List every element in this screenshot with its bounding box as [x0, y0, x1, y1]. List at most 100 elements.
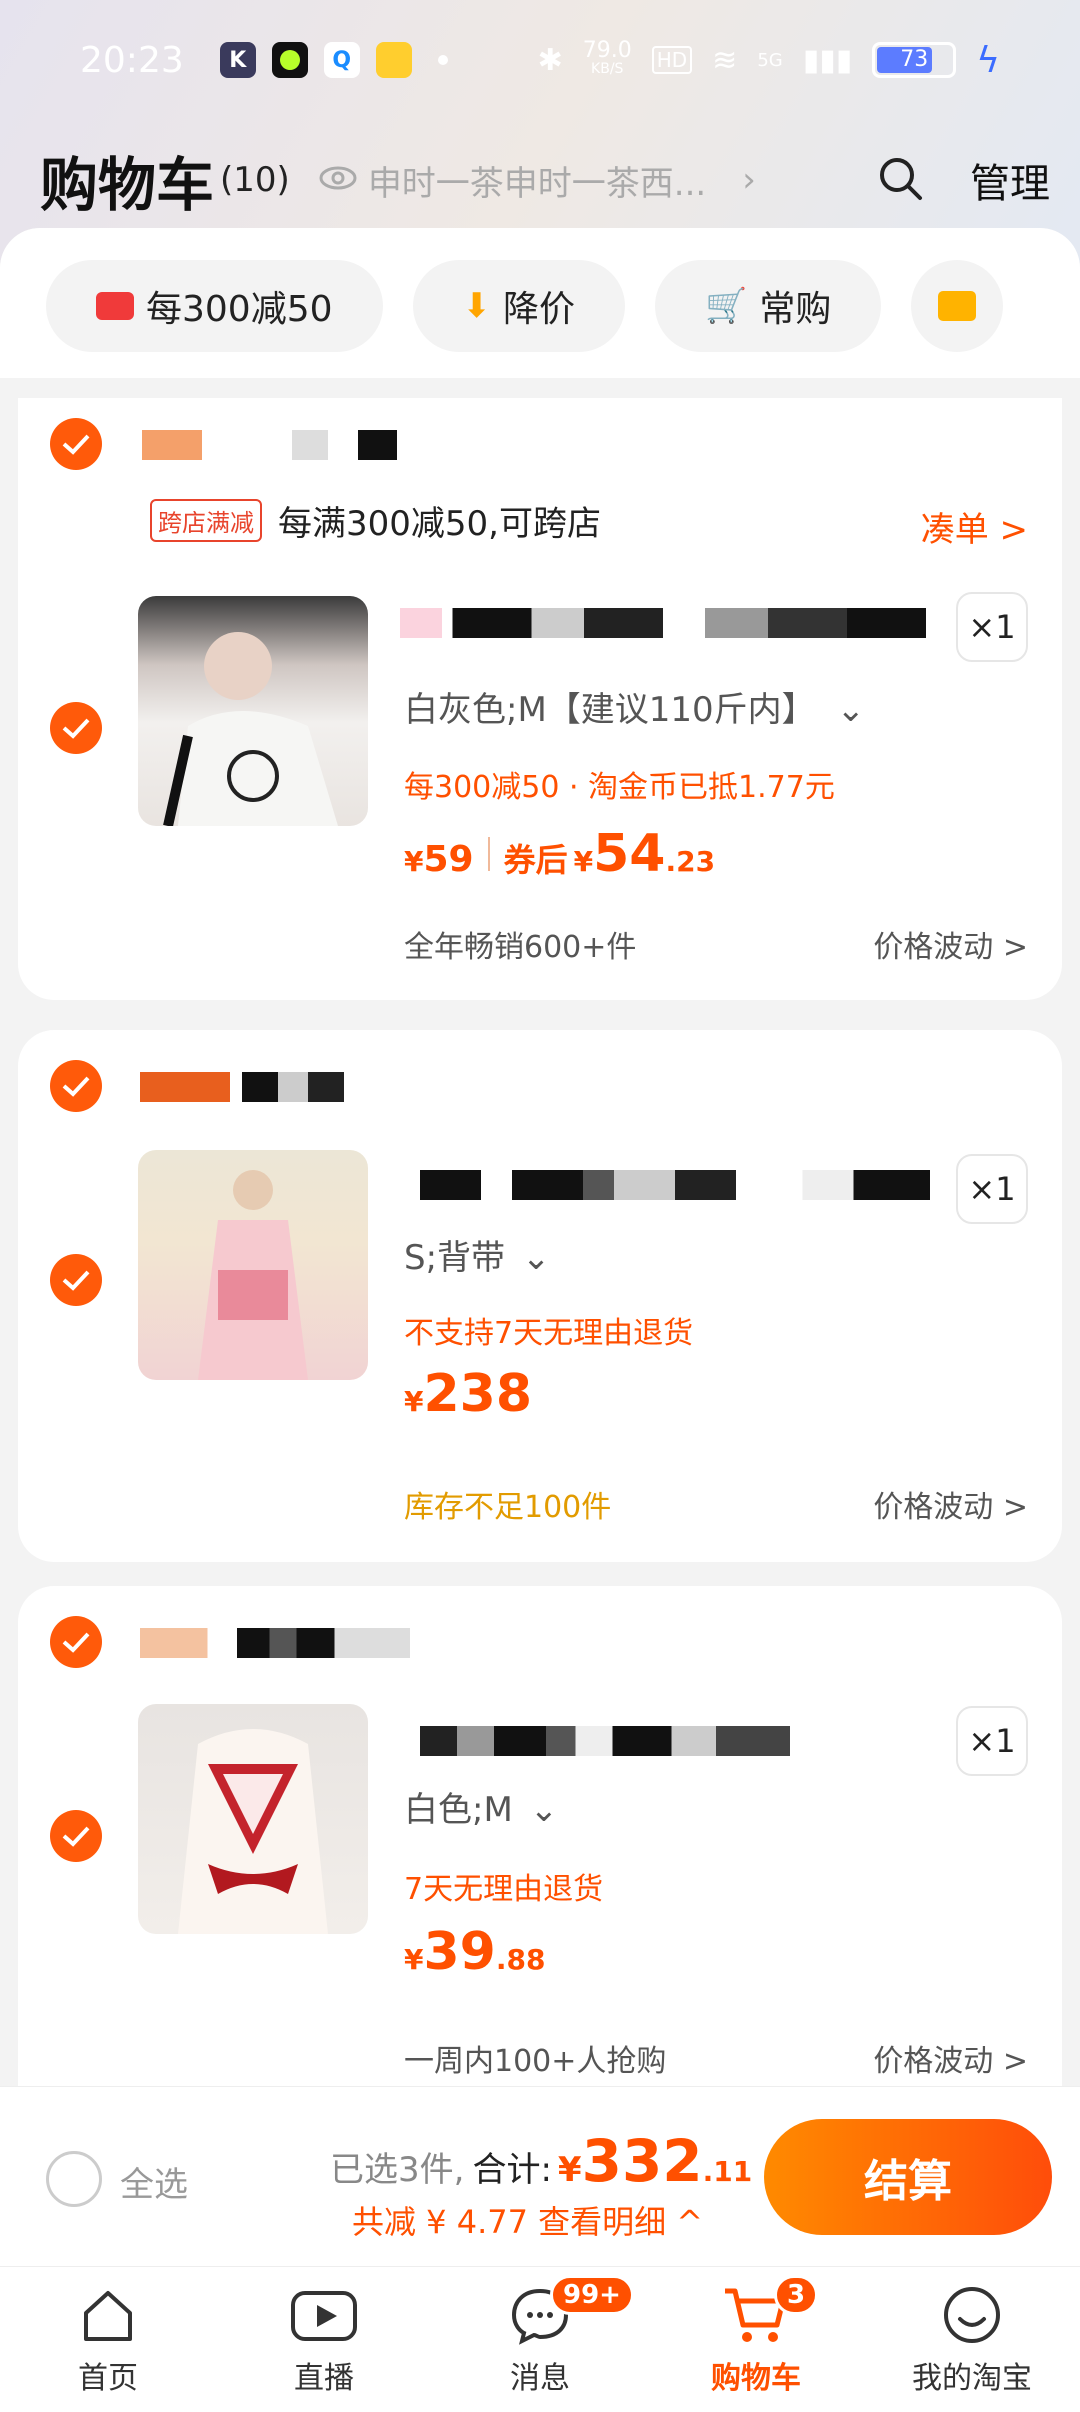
sku-selector[interactable]: 白灰色;M【建议110斤内】 ⌄	[404, 682, 865, 731]
store-checkbox[interactable]	[50, 418, 102, 470]
battery-icon: 73	[872, 42, 957, 78]
net-speed: 79.0 KB/S	[582, 38, 632, 78]
checkout-button[interactable]: 结算	[764, 2119, 1052, 2235]
discount-detail-link[interactable]: 共减 ¥ 4.77 查看明细 ^	[352, 2197, 703, 2243]
app-green-icon	[271, 42, 308, 78]
tab-label: 我的淘宝	[912, 2360, 1032, 2396]
charging-icon: ϟ	[976, 39, 1000, 81]
chevron-down-icon: ⌄	[521, 1238, 551, 1278]
coupon-label: 券后	[503, 841, 568, 879]
chevron-down-icon: ⌄	[529, 1790, 559, 1830]
store-name-redacted[interactable]	[140, 1628, 410, 1658]
total-label: 合计:	[472, 2150, 552, 2190]
price-row: ¥ 59 券后 ¥ 54 .23	[404, 824, 715, 884]
currency-symbol: ¥	[573, 845, 594, 878]
search-icon[interactable]	[876, 154, 924, 206]
tab-label: 首页	[78, 2360, 138, 2396]
notification-dot-icon	[437, 55, 448, 65]
chevron-down-icon: ⌄	[836, 690, 866, 730]
filter-chip-price-drop[interactable]: ⬇ 降价	[412, 260, 626, 352]
sku-text: 白色;M	[404, 1790, 513, 1830]
wifi-icon: ≋	[712, 42, 738, 78]
item-price: 59	[423, 839, 474, 880]
store-checkbox[interactable]	[50, 1060, 102, 1112]
select-all-checkbox[interactable]	[46, 2151, 102, 2207]
after-coupon-cents: .23	[665, 845, 716, 878]
app-k-icon: K	[219, 42, 256, 78]
filter-chip-discount[interactable]: 每300减50	[46, 260, 383, 352]
product-name-redacted[interactable]	[420, 1726, 790, 1756]
price-drop-icon: ⬇	[462, 286, 492, 326]
page-title: 购物车	[40, 151, 215, 219]
product-name-redacted[interactable]	[420, 1170, 930, 1200]
promo-row: 跨店满减 每满300减50,可跨店	[150, 496, 601, 545]
signal-bars-icon: ▮▮▮	[802, 42, 853, 78]
coudan-link[interactable]: 凑单 >	[921, 502, 1028, 551]
net-speed-value: 79.0	[582, 38, 632, 63]
selected-count: 已选3件,	[330, 2150, 465, 2190]
product-image[interactable]	[138, 1704, 368, 1934]
checkout-bar: 全选 已选3件, 合计: ¥332.11 共减 ¥ 4.77 查看明细 ^ 结算	[0, 2086, 1080, 2266]
tab-my-taobao[interactable]: 我的淘宝	[864, 2267, 1080, 2412]
battery-level: 73	[900, 47, 929, 72]
item-tagline: 每300减50 · 淘金币已抵1.77元	[404, 770, 835, 805]
price-trend-link[interactable]: 价格波动 >	[873, 2036, 1028, 2080]
cart-store-card: ×1 白色;M ⌄ 7天无理由退货 ¥ 39 .88 一周内100+人抢购 价格…	[18, 1586, 1062, 2098]
app-search-icon: Q	[323, 42, 360, 78]
select-all-label[interactable]: 全选	[120, 2157, 188, 2206]
bottom-tab-bar: 首页 直播 消息 99+ 购物车 3 我的淘宝	[0, 2266, 1080, 2412]
quantity-badge[interactable]: ×1	[956, 1154, 1028, 1224]
hd-badge: HD	[651, 46, 693, 74]
product-image[interactable]	[138, 596, 368, 826]
smile-face-icon	[944, 2286, 1000, 2343]
tab-messages[interactable]: 消息 99+	[432, 2267, 648, 2412]
eye-icon[interactable]	[318, 164, 358, 196]
filter-chip-folder[interactable]	[911, 260, 1004, 352]
sku-selector[interactable]: S;背带 ⌄	[404, 1230, 550, 1279]
product-name-redacted[interactable]	[400, 608, 926, 638]
total-integer: 332	[581, 2127, 703, 2195]
cart-count-badge: 3	[774, 2275, 819, 2315]
cart-header: 购物车 (10) 申时一茶申时一茶西... › 管理	[40, 140, 1050, 220]
promo-text: 每满300减50,可跨店	[278, 504, 601, 544]
store-name-redacted[interactable]	[142, 430, 442, 460]
shop-hint[interactable]: 申时一茶申时一茶西...	[368, 156, 706, 205]
currency-symbol: ¥	[404, 1943, 424, 1976]
price-separator	[487, 837, 490, 871]
app-yellow-icon	[375, 42, 412, 78]
store-checkbox[interactable]	[50, 1616, 102, 1668]
item-checkbox[interactable]	[50, 1810, 102, 1862]
tab-home[interactable]: 首页	[0, 2267, 216, 2412]
item-checkbox[interactable]	[50, 702, 102, 754]
manage-button[interactable]: 管理	[970, 151, 1050, 209]
sku-selector[interactable]: 白色;M ⌄	[404, 1782, 558, 1831]
tab-label: 购物车	[711, 2360, 801, 2396]
message-count-badge: 99+	[550, 2275, 634, 2315]
tab-label: 直播	[294, 2360, 354, 2396]
price-row: ¥ 39 .88	[404, 1922, 545, 1982]
chevron-right-icon[interactable]: ›	[742, 160, 756, 200]
bluetooth-icon: ✱	[537, 42, 563, 78]
total-summary: 已选3件, 合计: ¥332.11	[330, 2127, 752, 2195]
promo-tag: 跨店满减	[150, 499, 262, 542]
filter-chip-frequent[interactable]: 🛒 常购	[655, 260, 882, 352]
stock-note: 库存不足100件	[404, 1490, 612, 1525]
item-checkbox[interactable]	[50, 1254, 102, 1306]
tab-live[interactable]: 直播	[216, 2267, 432, 2412]
currency-symbol: ¥	[404, 1385, 424, 1418]
price-row: ¥ 238	[404, 1364, 532, 1424]
cart-count: (10)	[220, 160, 290, 200]
product-image[interactable]	[138, 1150, 368, 1380]
after-coupon-price: 54	[593, 824, 666, 884]
quantity-badge[interactable]: ×1	[956, 592, 1028, 662]
store-name-redacted[interactable]	[140, 1072, 440, 1102]
total-amount: ¥332.11	[558, 2127, 752, 2195]
item-price: 238	[423, 1364, 533, 1424]
item-tagline: 7天无理由退货	[404, 1872, 604, 1907]
quantity-badge[interactable]: ×1	[956, 1706, 1028, 1776]
price-trend-link[interactable]: 价格波动 >	[873, 922, 1028, 966]
tab-cart[interactable]: 购物车 3	[648, 2267, 864, 2412]
filter-bar: 每300减50 ⬇ 降价 🛒 常购	[0, 228, 1080, 378]
status-bar: 20:23 K Q ✱ 79.0 KB/S HD ≋ 5G ▮▮▮ 73 ϟ	[0, 0, 1080, 120]
price-trend-link[interactable]: 价格波动 >	[873, 1482, 1028, 1526]
